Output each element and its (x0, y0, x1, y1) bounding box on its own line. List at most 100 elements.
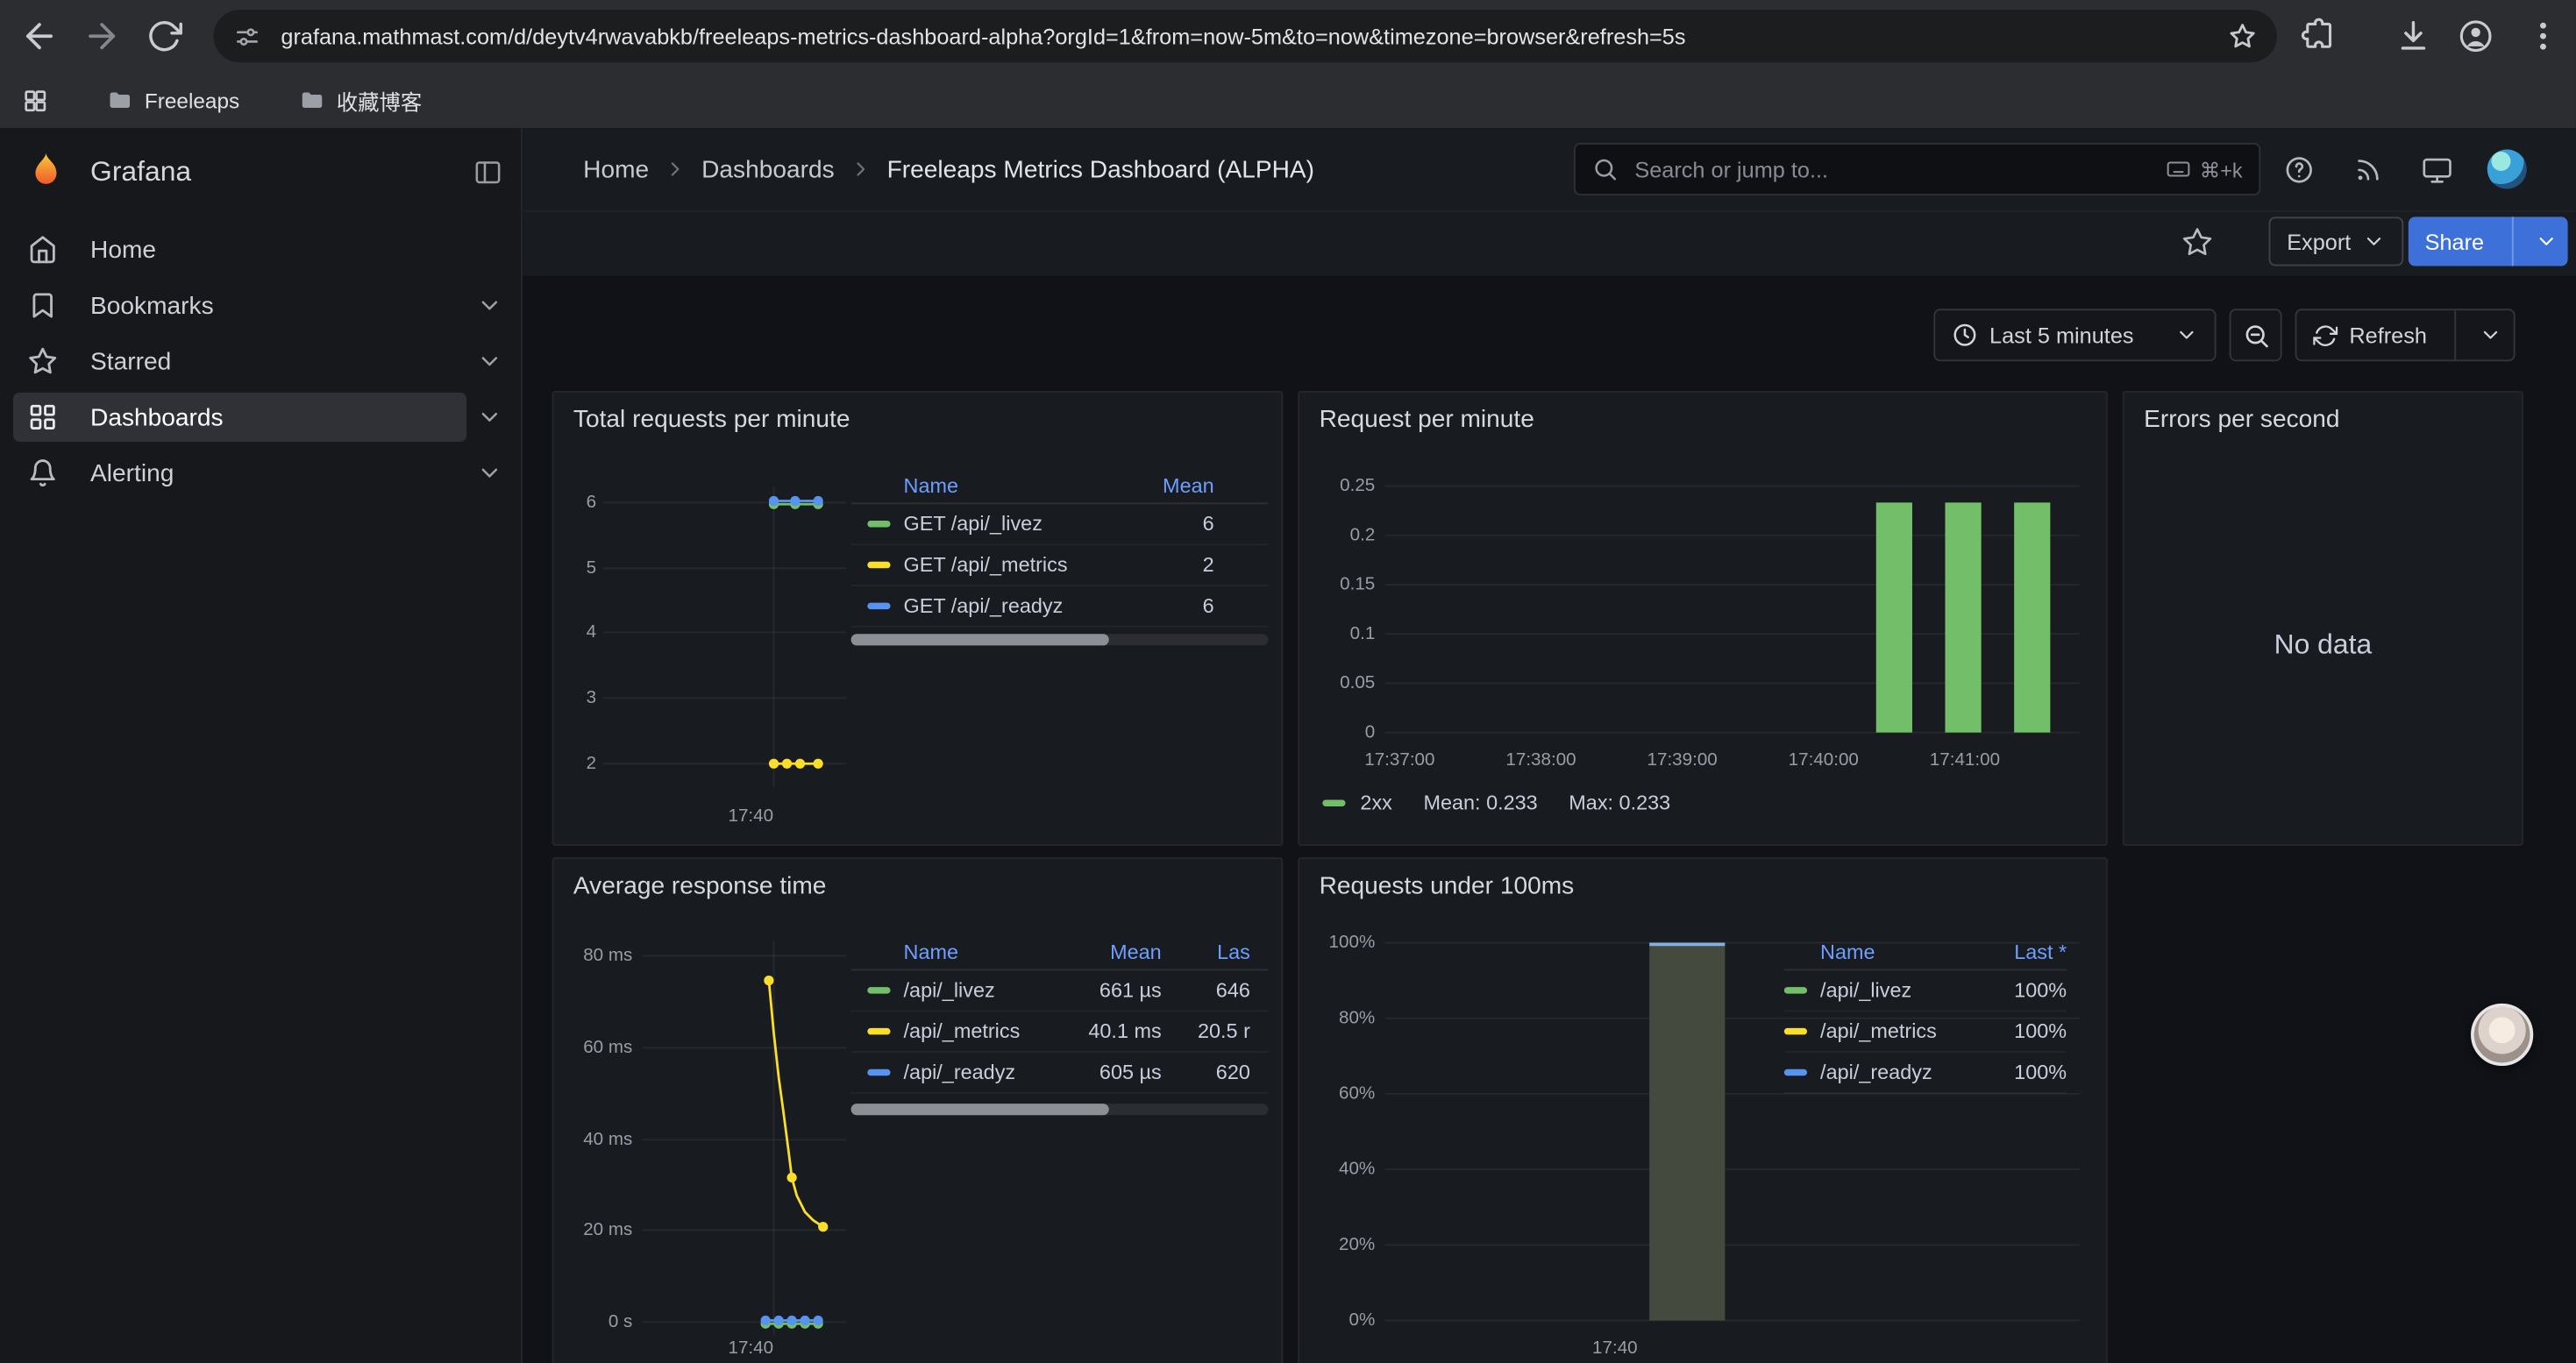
panel-requests-under-100ms: Requests under 100ms 100% 80% 60% 40% 20… (1298, 857, 2108, 1363)
extensions-icon[interactable] (2300, 18, 2336, 54)
address-bar[interactable] (214, 10, 2277, 62)
legend-col-name[interactable]: Name (904, 474, 1116, 497)
chevron-down-icon[interactable] (476, 348, 502, 374)
series-name[interactable]: /api/_readyz (904, 1061, 1057, 1083)
grafana-logo[interactable] (23, 150, 68, 195)
reload-icon[interactable] (146, 18, 182, 54)
zoom-out-icon (2242, 321, 2270, 349)
refresh-interval-caret[interactable] (2468, 310, 2514, 359)
series-swatch (867, 987, 890, 993)
scrollbar-thumb[interactable] (851, 1104, 1110, 1115)
sidebar-item-home[interactable]: Home (0, 222, 521, 278)
legend-col-mean[interactable]: Mean (1057, 941, 1162, 963)
sidebar-item-bookmarks[interactable]: Bookmarks (0, 278, 521, 334)
profile-icon[interactable] (2458, 18, 2494, 54)
refresh-main[interactable]: Refresh (2296, 310, 2443, 359)
breadcrumb: Home Dashboards Freeleaps Metrics Dashbo… (583, 128, 1314, 210)
breadcrumb-home[interactable]: Home (583, 155, 649, 183)
legend-table: Name Mean GET /api/_livez 6 GET /api/_me… (851, 468, 1269, 628)
forward-icon[interactable] (82, 17, 122, 56)
folder-icon (107, 87, 133, 113)
bookmark-icon (28, 291, 58, 321)
series-mean: Mean: 0.233 (1423, 792, 1537, 814)
refresh-icon (2313, 323, 2338, 347)
series-name[interactable]: GET /api/_readyz (904, 594, 1116, 617)
x-tick: 17:41:00 (1907, 749, 2022, 771)
bookmark-item-freeleaps[interactable]: Freeleaps (94, 81, 253, 120)
series-name[interactable]: GET /api/_livez (904, 513, 1116, 536)
time-range-picker[interactable]: Last 5 minutes (1933, 309, 2216, 361)
series-name[interactable]: GET /api/_metrics (904, 553, 1116, 576)
series-mean: 6 (1115, 513, 1213, 536)
back-icon[interactable] (19, 17, 59, 56)
legend-col-last[interactable]: Last * (1978, 941, 2067, 963)
share-label: Share (2425, 229, 2485, 253)
chevron-down-icon (2175, 323, 2198, 346)
legend-col-name[interactable]: Name (904, 941, 1057, 963)
series-name[interactable]: /api/_livez (904, 979, 1057, 1002)
series-swatch (1784, 987, 1807, 993)
zoom-out-button[interactable] (2230, 309, 2282, 361)
series-last: 620 (1162, 1061, 1250, 1083)
legend-hscrollbar[interactable] (851, 1104, 1269, 1115)
legend-row: /api/_metrics 40.1 ms 20.5 r (851, 1012, 1269, 1053)
browser-menu-icon[interactable] (2525, 18, 2561, 54)
monitor-icon[interactable] (2422, 154, 2453, 186)
bookmark-star-icon[interactable] (2228, 21, 2258, 51)
panel-total-requests: Total requests per minute 6 5 4 3 2 (552, 391, 1284, 846)
share-caret[interactable] (2525, 217, 2568, 266)
dock-sidebar-icon[interactable] (473, 158, 503, 188)
bookmark-label: Freeleaps (145, 88, 239, 112)
export-button[interactable]: Export (2269, 217, 2404, 266)
scrollbar-thumb[interactable] (851, 634, 1110, 645)
star-dashboard-icon[interactable] (2181, 227, 2213, 259)
series-last: 100% (1978, 1020, 2067, 1043)
brand-title: Grafana (90, 156, 191, 188)
series-name[interactable]: /api/_livez (1820, 979, 1978, 1002)
series-name[interactable]: /api/_metrics (904, 1020, 1057, 1043)
breadcrumb-dashboards[interactable]: Dashboards (701, 155, 835, 183)
legend-row: GET /api/_livez 6 (851, 504, 1269, 545)
legend-header: Name Last * (1784, 934, 2067, 970)
legend-col-last[interactable]: Las (1162, 941, 1250, 963)
x-tick: 17:38:00 (1484, 749, 1598, 771)
series-name[interactable]: 2xx (1360, 792, 1391, 814)
chevron-down-icon[interactable] (476, 404, 502, 430)
share-button[interactable]: Share (2409, 217, 2568, 266)
legend-table: Name Last * /api/_livez 100% /api/_metri… (1784, 934, 2067, 1094)
bookmark-item-blogs[interactable]: 收藏博客 (286, 78, 436, 123)
panel-title[interactable]: Errors per second (2144, 406, 2339, 434)
series-mean: 40.1 ms (1057, 1020, 1162, 1043)
apps-grid-icon[interactable] (21, 86, 49, 114)
legend-header: Name Mean (851, 468, 1269, 504)
sidebar-item-starred[interactable]: Starred (0, 333, 521, 389)
url-input[interactable] (278, 22, 2211, 50)
bookmarks-bar: Freeleaps 收藏博客 (0, 72, 2576, 128)
breadcrumb-current: Freeleaps Metrics Dashboard (ALPHA) (887, 155, 1314, 183)
user-avatar[interactable] (2487, 150, 2527, 189)
downloads-icon[interactable] (2395, 18, 2431, 54)
breadcrumb-row: Home Dashboards Freeleaps Metrics Dashbo… (523, 128, 2576, 212)
search-box[interactable]: ⌘+k (1574, 143, 2260, 195)
chevron-down-icon[interactable] (476, 460, 502, 486)
share-main[interactable]: Share (2409, 217, 2501, 266)
floating-assistant-avatar[interactable] (2471, 1004, 2533, 1066)
sidebar-item-label: Starred (90, 347, 171, 375)
legend-row: GET /api/_metrics 2 (851, 545, 1269, 586)
sidebar-item-dashboards[interactable]: Dashboards (0, 389, 521, 445)
sidebar-item-alerting[interactable]: Alerting (0, 445, 521, 501)
site-settings-icon[interactable] (233, 22, 261, 50)
search-input[interactable] (1632, 155, 2153, 183)
rss-icon[interactable] (2352, 154, 2384, 186)
series-name[interactable]: /api/_metrics (1820, 1020, 1978, 1043)
legend-col-mean[interactable]: Mean (1115, 474, 1213, 497)
no-data-message: No data (2124, 629, 2522, 662)
chevron-right-icon (664, 158, 687, 181)
refresh-button[interactable]: Refresh (2295, 309, 2516, 361)
chevron-down-icon[interactable] (476, 293, 502, 319)
legend-col-name[interactable]: Name (1820, 941, 1978, 963)
help-icon[interactable] (2283, 154, 2315, 186)
legend-hscrollbar[interactable] (851, 634, 1269, 645)
series-name[interactable]: /api/_readyz (1820, 1061, 1978, 1083)
chevron-down-icon (2362, 230, 2385, 252)
